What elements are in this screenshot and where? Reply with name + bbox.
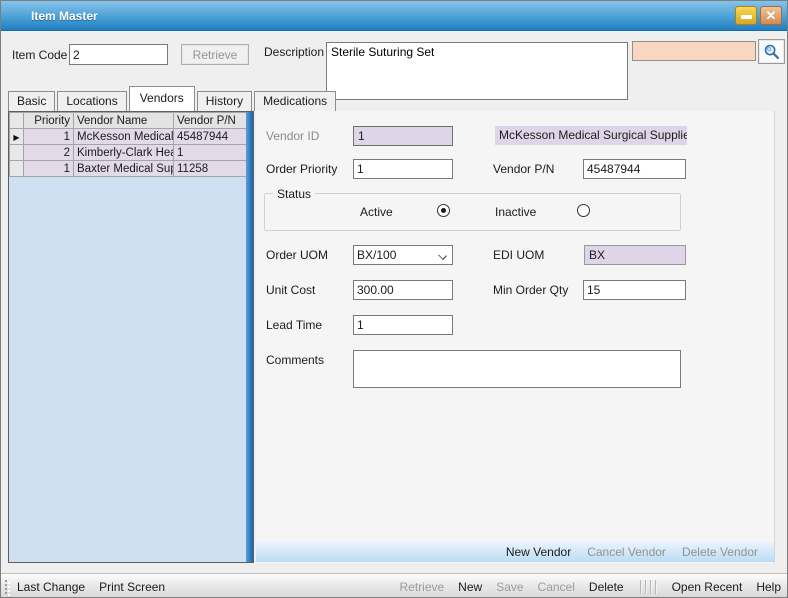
statusbar-retrieve-button[interactable]: Retrieve xyxy=(399,580,444,594)
cancel-vendor-button[interactable]: Cancel Vendor xyxy=(587,545,666,559)
item-code-input[interactable] xyxy=(69,44,168,65)
magnifier-icon xyxy=(763,43,780,60)
retrieve-button[interactable]: Retrieve xyxy=(181,44,249,65)
order-uom-label: Order UOM xyxy=(266,248,328,262)
vendor-grid: Priority Vendor Name Vendor P/N ▶ 1 McKe… xyxy=(8,111,254,563)
table-row[interactable]: ▶ 1 McKesson Medical Surgical Supplies 4… xyxy=(10,129,247,145)
edi-uom-field: BX xyxy=(584,245,686,265)
statusbar-cancel-button[interactable]: Cancel xyxy=(538,580,575,594)
statusbar-save-button[interactable]: Save xyxy=(496,580,523,594)
vendor-pn-label: Vendor P/N xyxy=(493,162,554,176)
inactive-radio[interactable] xyxy=(577,204,590,217)
grid-header-row: Priority Vendor Name Vendor P/N xyxy=(10,113,247,129)
last-change-button[interactable]: Last Change xyxy=(17,580,85,594)
current-row-arrow-icon: ▶ xyxy=(13,133,19,142)
status-bar: Last Change Print Screen Retrieve New Sa… xyxy=(1,573,788,598)
table-row[interactable]: 2 Kimberly-Clark Health 1 xyxy=(10,145,247,161)
unit-cost-label: Unit Cost xyxy=(266,283,315,297)
statusbar-delete-button[interactable]: Delete xyxy=(589,580,624,594)
item-code-label: Item Code xyxy=(12,48,67,62)
vendor-id-field: 1 xyxy=(353,126,453,146)
description-textarea[interactable]: Sterile Suturing Set xyxy=(326,42,628,100)
active-radio-label: Active xyxy=(360,205,393,219)
active-radio[interactable] xyxy=(437,204,450,217)
status-group-label: Status xyxy=(273,187,315,201)
vendor-detail-panel: Vendor ID 1 McKesson Medical Surgical Su… xyxy=(256,111,775,563)
open-recent-button[interactable]: Open Recent xyxy=(672,580,743,594)
order-priority-label: Order Priority xyxy=(266,162,337,176)
col-header-vendor-name[interactable]: Vendor Name xyxy=(74,113,174,129)
help-button[interactable]: Help xyxy=(756,580,781,594)
comments-textarea[interactable] xyxy=(353,350,681,388)
title-bar[interactable]: Item Master ✕ xyxy=(1,1,787,31)
unit-cost-input[interactable] xyxy=(353,280,453,300)
edi-uom-label: EDI UOM xyxy=(493,248,544,262)
print-screen-button[interactable]: Print Screen xyxy=(99,580,165,594)
vendor-name-field: McKesson Medical Surgical Supplies xyxy=(495,126,687,145)
comments-label: Comments xyxy=(266,353,324,367)
col-header-priority[interactable]: Priority xyxy=(24,113,74,129)
minimize-icon xyxy=(741,15,752,19)
order-priority-input[interactable] xyxy=(353,159,453,179)
item-master-window: Item Master ✕ Item Code Retrieve Descrip… xyxy=(0,0,788,598)
tab-basic[interactable]: Basic xyxy=(8,91,55,111)
search-button[interactable] xyxy=(758,39,785,64)
minimize-button[interactable] xyxy=(735,6,757,25)
vendor-id-label: Vendor ID xyxy=(266,129,319,143)
close-icon: ✕ xyxy=(766,9,777,22)
statusbar-separators xyxy=(640,580,656,594)
lookup-input[interactable] xyxy=(632,41,756,61)
close-button[interactable]: ✕ xyxy=(760,6,782,25)
min-order-qty-input[interactable] xyxy=(583,280,686,300)
lead-time-label: Lead Time xyxy=(266,318,322,332)
window-title: Item Master xyxy=(31,9,98,23)
tab-history[interactable]: History xyxy=(197,91,252,111)
current-row-indicator: ▶ xyxy=(10,129,24,145)
inactive-radio-label: Inactive xyxy=(495,205,536,219)
lead-time-input[interactable] xyxy=(353,315,453,335)
grid-scrollbar[interactable] xyxy=(246,112,253,562)
new-vendor-button[interactable]: New Vendor xyxy=(506,545,571,559)
tab-vendors[interactable]: Vendors xyxy=(129,86,195,111)
tab-strip: Basic Locations Vendors History Medicati… xyxy=(8,86,338,111)
tab-locations[interactable]: Locations xyxy=(57,91,126,111)
order-uom-select[interactable]: BX/100 xyxy=(353,245,453,265)
min-order-qty-label: Min Order Qty xyxy=(493,283,568,297)
statusbar-grip-icon xyxy=(3,578,11,596)
vendor-table: Priority Vendor Name Vendor P/N ▶ 1 McKe… xyxy=(9,112,247,177)
description-label: Description xyxy=(264,45,324,59)
chevron-down-icon xyxy=(438,251,447,260)
statusbar-new-button[interactable]: New xyxy=(458,580,482,594)
tab-medications[interactable]: Medications xyxy=(254,91,336,111)
status-groupbox: Status Active Inactive xyxy=(264,193,681,231)
vendor-pn-input[interactable] xyxy=(583,159,686,179)
table-row[interactable]: 1 Baxter Medical Supply 11258 xyxy=(10,161,247,177)
col-header-vendor-pn[interactable]: Vendor P/N xyxy=(174,113,247,129)
delete-vendor-button[interactable]: Delete Vendor xyxy=(682,545,758,559)
vendor-actions-bar: New Vendor Cancel Vendor Delete Vendor xyxy=(256,542,774,562)
row-selector-header xyxy=(10,113,24,129)
